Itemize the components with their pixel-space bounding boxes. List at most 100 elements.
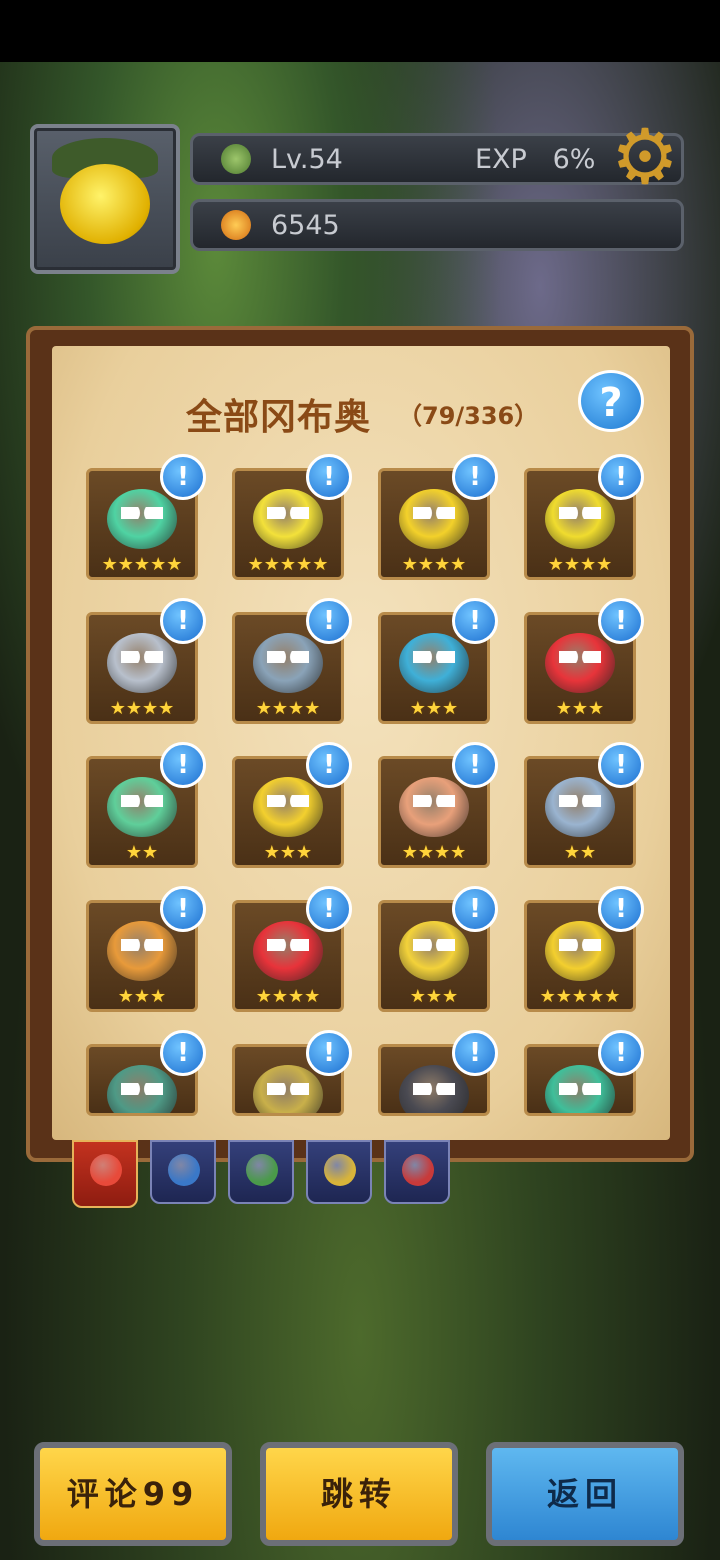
level-text: Lv.54 bbox=[271, 144, 343, 175]
gumball-eyes bbox=[559, 939, 601, 951]
tab-all-icon bbox=[90, 1154, 122, 1186]
gumball-portrait bbox=[399, 489, 469, 549]
gumball-portrait bbox=[107, 777, 177, 837]
star-rating: ★★ bbox=[125, 842, 159, 863]
star-rating: ★★★★ bbox=[255, 698, 321, 719]
tab-yellow-icon bbox=[324, 1154, 356, 1186]
tab-blue[interactable] bbox=[150, 1140, 216, 1204]
new-info-badge-icon[interactable]: ! bbox=[306, 454, 352, 500]
coin-count: 6545 bbox=[271, 210, 340, 241]
collection-count: （79/336） bbox=[398, 402, 539, 430]
tab-red-icon bbox=[402, 1154, 434, 1186]
gumball-eyes bbox=[267, 651, 309, 663]
player-avatar[interactable] bbox=[30, 124, 180, 274]
new-info-badge-icon[interactable]: ! bbox=[598, 886, 644, 932]
status-bar bbox=[0, 0, 720, 62]
gumball-portrait bbox=[107, 921, 177, 981]
star-rating: ★★★★ bbox=[109, 698, 175, 719]
new-info-badge-icon[interactable]: ! bbox=[160, 742, 206, 788]
star-rating: ★★★★ bbox=[401, 554, 467, 575]
gumball-eyes bbox=[267, 795, 309, 807]
gumball-eyes bbox=[267, 939, 309, 951]
new-info-badge-icon[interactable]: ! bbox=[452, 454, 498, 500]
gumball-eyes bbox=[559, 507, 601, 519]
star-rating: ★★★ bbox=[263, 842, 313, 863]
gumball-portrait bbox=[545, 489, 615, 549]
gumball-portrait bbox=[399, 777, 469, 837]
gumball-eyes bbox=[121, 651, 163, 663]
gumball-eyes bbox=[121, 1083, 163, 1095]
star-rating: ★★★ bbox=[117, 986, 167, 1007]
tab-green[interactable] bbox=[228, 1140, 294, 1204]
new-info-badge-icon[interactable]: ! bbox=[598, 742, 644, 788]
tab-blue-icon bbox=[168, 1154, 200, 1186]
gumball-eyes bbox=[413, 939, 455, 951]
comment-button[interactable]: 评论99 bbox=[34, 1442, 232, 1546]
back-button[interactable]: 返回 bbox=[486, 1442, 684, 1546]
new-info-badge-icon[interactable]: ! bbox=[306, 742, 352, 788]
gumball-portrait bbox=[107, 489, 177, 549]
new-info-badge-icon[interactable]: ! bbox=[598, 1030, 644, 1076]
gumball-eyes bbox=[413, 507, 455, 519]
tab-red[interactable] bbox=[384, 1140, 450, 1204]
panel-title: 全部冈布奥 bbox=[186, 397, 372, 438]
new-info-badge-icon[interactable]: ! bbox=[306, 1030, 352, 1076]
new-info-badge-icon[interactable]: ! bbox=[598, 454, 644, 500]
tab-all[interactable] bbox=[72, 1140, 138, 1208]
star-rating: ★★★★★ bbox=[539, 986, 621, 1007]
collection-panel bbox=[52, 346, 670, 1140]
gumball-eyes bbox=[267, 507, 309, 519]
new-info-badge-icon[interactable]: ! bbox=[160, 1030, 206, 1076]
new-info-badge-icon[interactable]: ! bbox=[452, 886, 498, 932]
tab-green-icon bbox=[246, 1154, 278, 1186]
star-rating: ★★★★ bbox=[255, 986, 321, 1007]
coin-bar: 6545 bbox=[190, 199, 684, 251]
star-rating: ★★★★★ bbox=[247, 554, 329, 575]
tab-yellow[interactable] bbox=[306, 1140, 372, 1204]
new-info-badge-icon[interactable]: ! bbox=[160, 886, 206, 932]
gumball-eyes bbox=[267, 1083, 309, 1095]
star-rating: ★★★★ bbox=[401, 842, 467, 863]
gumball-eyes bbox=[559, 1083, 601, 1095]
gumball-eyes bbox=[413, 1083, 455, 1095]
new-info-badge-icon[interactable]: ! bbox=[452, 742, 498, 788]
new-info-badge-icon[interactable]: ! bbox=[160, 598, 206, 644]
gumball-eyes bbox=[121, 795, 163, 807]
gumball-portrait bbox=[399, 633, 469, 693]
gumball-eyes bbox=[559, 651, 601, 663]
star-rating: ★★★ bbox=[555, 698, 605, 719]
gumball-eyes bbox=[413, 795, 455, 807]
new-info-badge-icon[interactable]: ! bbox=[160, 454, 206, 500]
gumball-eyes bbox=[413, 651, 455, 663]
new-info-badge-icon[interactable]: ! bbox=[306, 598, 352, 644]
star-rating: ★★ bbox=[563, 842, 597, 863]
jump-button[interactable]: 跳转 bbox=[260, 1442, 458, 1546]
fruit-coin-icon bbox=[221, 210, 251, 240]
gumball-portrait bbox=[399, 921, 469, 981]
help-button[interactable]: ? bbox=[578, 370, 644, 432]
gumball-eyes bbox=[121, 939, 163, 951]
gumball-portrait bbox=[545, 777, 615, 837]
avatar-face bbox=[60, 164, 150, 244]
exp-value: 6% bbox=[552, 144, 596, 175]
new-info-badge-icon[interactable]: ! bbox=[452, 1030, 498, 1076]
new-info-badge-icon[interactable]: ! bbox=[306, 886, 352, 932]
gumball-portrait bbox=[253, 921, 323, 981]
gumball-portrait bbox=[545, 633, 615, 693]
star-rating: ★★★★★ bbox=[101, 554, 183, 575]
gumball-eyes bbox=[121, 507, 163, 519]
settings-gear-icon[interactable]: ⚙ bbox=[610, 119, 680, 195]
star-rating: ★★★★ bbox=[547, 554, 613, 575]
gumball-portrait bbox=[253, 633, 323, 693]
new-info-badge-icon[interactable]: ! bbox=[452, 598, 498, 644]
gumball-portrait bbox=[253, 777, 323, 837]
star-rating: ★★★ bbox=[409, 698, 459, 719]
new-info-badge-icon[interactable]: ! bbox=[598, 598, 644, 644]
gumball-portrait bbox=[545, 921, 615, 981]
star-rating: ★★★ bbox=[409, 986, 459, 1007]
level-leaf-icon bbox=[221, 144, 251, 174]
gumball-portrait bbox=[107, 633, 177, 693]
gumball-portrait bbox=[253, 489, 323, 549]
gumball-eyes bbox=[559, 795, 601, 807]
exp-text: EXP 6% bbox=[475, 144, 595, 175]
